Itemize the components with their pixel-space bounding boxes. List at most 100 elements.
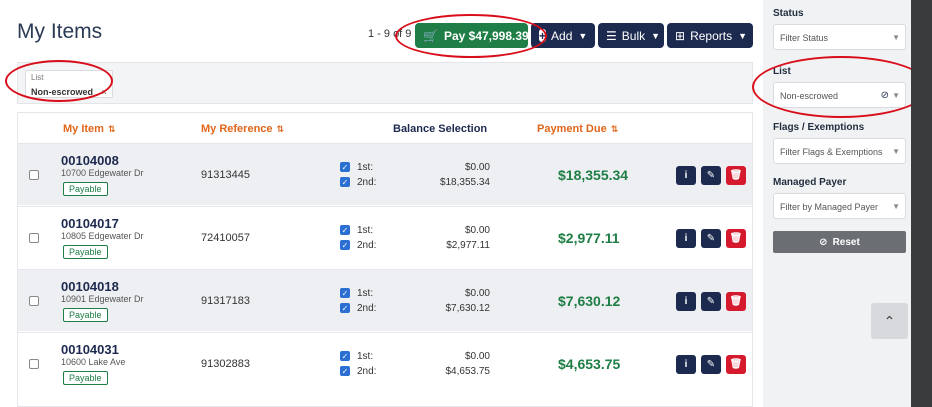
first-balance-checkbox[interactable]: ✓ — [340, 288, 350, 298]
table-row: 00104031 10600 Lake Ave Payable 91302883… — [18, 332, 752, 394]
item-number[interactable]: 00104017 — [61, 216, 119, 231]
trash-icon: 🗑 — [729, 359, 743, 370]
reports-button[interactable]: ⊞ Reports ▼ — [667, 23, 753, 48]
edit-icon: ✎ — [706, 296, 716, 307]
reference: 91317183 — [201, 295, 250, 307]
edit-icon: ✎ — [706, 233, 716, 244]
reset-button-label: Reset — [832, 236, 860, 248]
chevron-down-icon: ▼ — [892, 202, 900, 211]
pay-button-label: Pay $47,998.39 — [443, 28, 529, 43]
table-header: My Item ⇅ My Reference ⇅ Balance Selection… — [18, 113, 752, 145]
item-address: 10805 Edgewater Dr — [61, 231, 144, 241]
list-filter-label: List — [773, 66, 791, 77]
page-title: My Items — [17, 20, 103, 43]
list-filter-value: Non-escrowed — [780, 91, 839, 101]
first-balance-amount: $0.00 — [464, 225, 490, 236]
clear-icon[interactable]: ⊘ — [881, 90, 889, 101]
reset-button[interactable]: ⊘ Reset — [773, 231, 906, 253]
second-balance-amount: $18,355.34 — [439, 177, 490, 188]
bulk-button[interactable]: ☰ Bulk ▼ — [598, 23, 664, 48]
sort-icon: ⇅ — [107, 124, 116, 134]
items-table: My Item ⇅ My Reference ⇅ Balance Selection… — [17, 112, 753, 407]
row-checkbox[interactable] — [29, 296, 39, 306]
filter-chip-value: Non-escrowed — [31, 87, 94, 97]
second-balance-amount: $4,653.75 — [445, 366, 491, 377]
second-balance-checkbox[interactable]: ✓ — [340, 366, 350, 376]
trash-icon: 🗑 — [729, 233, 743, 244]
edit-button[interactable]: ✎ — [701, 292, 721, 311]
payer-filter-select[interactable]: Filter by Managed Payer ▼ — [773, 193, 906, 219]
chevron-up-icon: ⌃ — [883, 312, 896, 329]
column-header-balance-selection: Balance Selection — [393, 123, 488, 135]
first-balance-checkbox[interactable]: ✓ — [340, 162, 350, 172]
filter-chip-list[interactable]: List Non-escrowed × — [25, 70, 113, 98]
row-checkbox[interactable] — [29, 170, 39, 180]
sort-icon: ⇅ — [610, 124, 619, 134]
item-address: 10700 Edgewater Dr — [61, 168, 144, 178]
filter-sidebar: Status Filter Status ▼ List Non-escrowed… — [763, 0, 911, 407]
payment-due: $18,355.34 — [558, 167, 629, 183]
reference: 72410057 — [201, 232, 250, 244]
active-filters-bar: List Non-escrowed × — [17, 62, 753, 104]
plus-icon: + — [539, 28, 547, 43]
first-balance-checkbox[interactable]: ✓ — [340, 351, 350, 361]
payer-filter-label: Managed Payer — [773, 177, 847, 188]
column-header-my-reference[interactable]: My Reference ⇅ — [201, 123, 284, 135]
item-number[interactable]: 00104018 — [61, 279, 119, 294]
window-edge — [911, 0, 932, 407]
second-balance-amount: $7,630.12 — [445, 303, 491, 314]
chevron-down-icon: ▼ — [578, 30, 588, 41]
status-badge: Payable — [63, 245, 108, 259]
status-badge: Payable — [63, 182, 108, 196]
chevron-down-icon: ▼ — [892, 147, 900, 156]
row-checkbox[interactable] — [29, 359, 39, 369]
column-header-my-item[interactable]: My Item ⇅ — [63, 123, 116, 135]
second-balance-amount: $2,977.11 — [446, 240, 490, 251]
delete-button[interactable]: 🗑 — [726, 166, 746, 185]
second-balance-label: 2nd: — [357, 303, 377, 314]
status-filter-select[interactable]: Filter Status ▼ — [773, 24, 906, 50]
scroll-to-top-button[interactable]: ⌃ — [871, 303, 908, 339]
edit-button[interactable]: ✎ — [701, 355, 721, 374]
info-button[interactable]: i — [676, 292, 696, 311]
second-balance-label: 2nd: — [357, 240, 377, 251]
item-number[interactable]: 00104008 — [61, 153, 119, 168]
pay-button[interactable]: 🛒 Pay $47,998.39 — [415, 23, 529, 48]
chevron-down-icon: ▼ — [892, 33, 900, 42]
second-balance-checkbox[interactable]: ✓ — [340, 177, 350, 187]
info-icon: i — [684, 233, 688, 244]
delete-button[interactable]: 🗑 — [726, 292, 746, 311]
first-balance-amount: $0.00 — [464, 162, 490, 173]
delete-button[interactable]: 🗑 — [726, 355, 746, 374]
list-filter-select[interactable]: Non-escrowed ⊘ ▼ — [773, 82, 906, 108]
add-button[interactable]: + Add ▼ — [531, 23, 595, 48]
main-content: My Items 1 - 9 of 9 🛒 Pay $47,998.39 + A… — [0, 0, 760, 407]
second-balance-checkbox[interactable]: ✓ — [340, 303, 350, 313]
edit-icon: ✎ — [706, 359, 716, 370]
delete-button[interactable]: 🗑 — [726, 229, 746, 248]
payment-due: $2,977.11 — [558, 230, 620, 246]
flags-filter-select[interactable]: Filter Flags & Exemptions ▼ — [773, 138, 906, 164]
first-balance-amount: $0.00 — [464, 288, 490, 299]
reference: 91302883 — [201, 358, 250, 370]
edit-button[interactable]: ✎ — [701, 229, 721, 248]
cart-icon: 🛒 — [423, 28, 438, 43]
bulk-button-label: Bulk — [621, 28, 646, 43]
status-filter-label: Status — [773, 8, 804, 19]
info-button[interactable]: i — [676, 355, 696, 374]
column-header-payment-due[interactable]: Payment Due ⇅ — [537, 123, 618, 135]
edit-button[interactable]: ✎ — [701, 166, 721, 185]
first-balance-label: 1st: — [357, 162, 374, 173]
reports-button-label: Reports — [690, 28, 733, 43]
first-balance-amount: $0.00 — [464, 351, 490, 362]
close-icon[interactable]: × — [101, 87, 106, 97]
row-checkbox[interactable] — [29, 233, 39, 243]
add-button-label: Add — [551, 28, 573, 43]
second-balance-checkbox[interactable]: ✓ — [340, 240, 350, 250]
item-number[interactable]: 00104031 — [61, 342, 119, 357]
item-address: 10600 Lake Ave — [61, 357, 126, 367]
first-balance-checkbox[interactable]: ✓ — [340, 225, 350, 235]
info-button[interactable]: i — [676, 166, 696, 185]
payment-due: $7,630.12 — [558, 293, 621, 309]
info-button[interactable]: i — [676, 229, 696, 248]
